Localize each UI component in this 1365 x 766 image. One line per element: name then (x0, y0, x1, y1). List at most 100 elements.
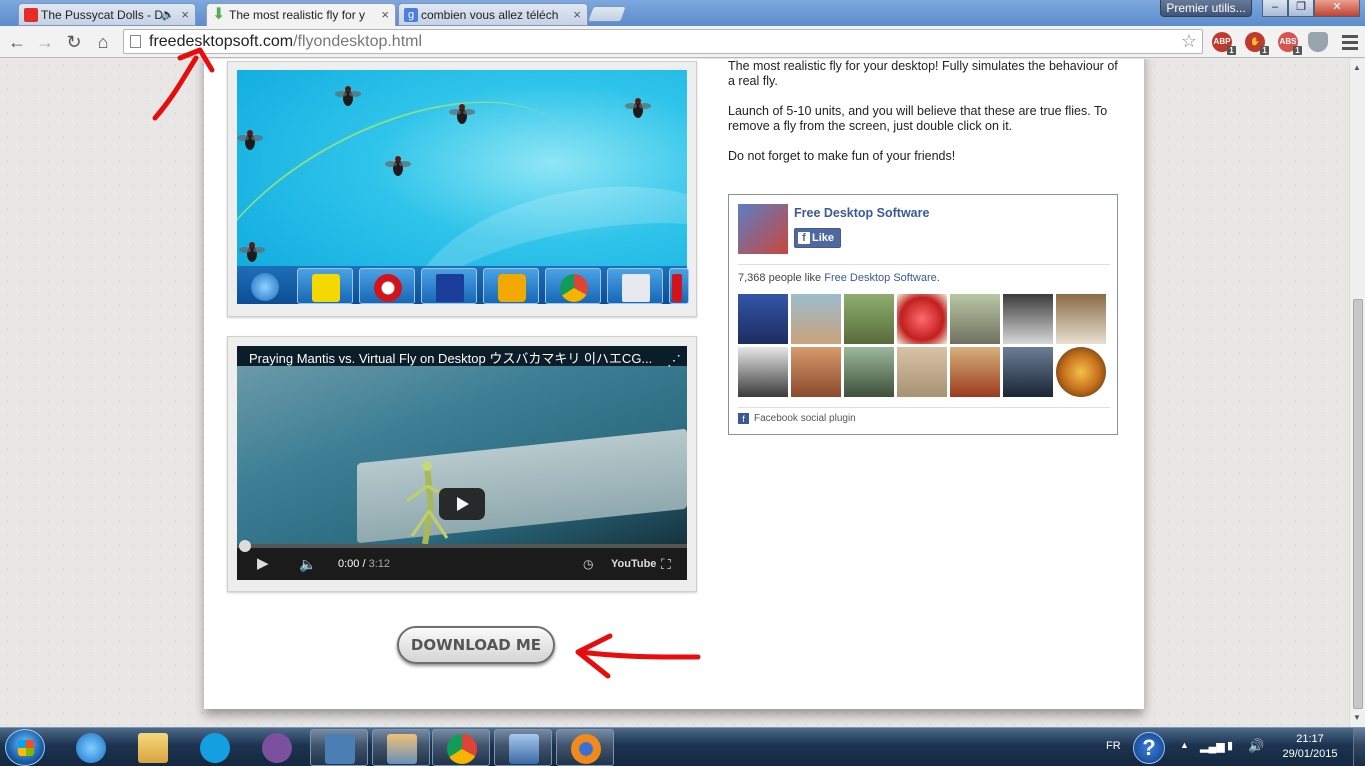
tab-title: combien vous allez téléch (421, 8, 559, 22)
adblock-icon[interactable]: ✋ 1 (1245, 32, 1269, 55)
signal-icon[interactable]: ▂▄▆ (1200, 740, 1225, 753)
youtube-logo[interactable]: YouTube (611, 556, 656, 572)
facebook-f-icon: f (798, 232, 810, 244)
shield-icon[interactable] (1308, 32, 1328, 52)
scrubber-knob[interactable] (239, 540, 251, 552)
tab-title: The Pussycat Dolls - Do (41, 8, 170, 22)
facebook-like-button[interactable]: f Like (794, 228, 841, 248)
play-small-icon[interactable]: ▶ (257, 556, 269, 572)
watch-later-icon[interactable]: ◷ (583, 556, 593, 572)
fan-avatar[interactable] (738, 294, 788, 344)
google-icon: g (404, 8, 418, 22)
scrollbar-thumb[interactable] (1353, 299, 1363, 709)
start-button[interactable] (5, 729, 45, 766)
volume-icon[interactable]: 🔈 (299, 556, 316, 572)
start-orb-icon (237, 268, 293, 304)
download-me-button[interactable]: DOWNLOAD ME (397, 626, 555, 664)
hp-app-icon[interactable] (310, 729, 368, 766)
url-text[interactable]: freedesktopsoft.com/flyondesktop.html (149, 32, 422, 52)
video-title[interactable]: Praying Mantis vs. Virtual Fly on Deskto… (249, 350, 659, 368)
fan-avatar[interactable] (1056, 294, 1106, 344)
fan-avatar[interactable] (950, 294, 1000, 344)
close-tab-icon[interactable]: × (573, 4, 581, 25)
url-host: freedesktopsoft.com (149, 33, 294, 50)
fly-icon (335, 86, 361, 106)
adblock-plus-icon[interactable]: ABP 1 (1212, 32, 1236, 55)
fan-avatar[interactable] (950, 347, 1000, 397)
ext-count: 1 (1293, 46, 1302, 55)
ext-count: 1 (1227, 46, 1236, 55)
youtube-player[interactable]: Praying Mantis vs. Virtual Fly on Deskto… (237, 346, 687, 580)
language-indicator[interactable]: FR (1106, 740, 1121, 752)
fan-avatar[interactable] (738, 347, 788, 397)
page-avatar[interactable] (738, 204, 788, 254)
menu-icon[interactable] (1340, 32, 1360, 52)
home-icon[interactable]: ⌂ (91, 30, 115, 54)
profile-button[interactable]: Premier utilis... (1160, 0, 1252, 17)
youtube-icon (24, 8, 38, 22)
progress-bar[interactable] (237, 540, 687, 552)
scroll-down-icon[interactable]: ▼ (1353, 713, 1361, 722)
scroll-up-icon[interactable]: ▲ (1353, 63, 1361, 72)
fan-avatar[interactable] (791, 347, 841, 397)
fan-avatar[interactable] (791, 294, 841, 344)
fan-avatar[interactable] (844, 294, 894, 344)
page-link[interactable]: Free Desktop Software (824, 272, 937, 284)
facebook-page-name[interactable]: Free Desktop Software (794, 206, 929, 220)
tab-google-search[interactable]: g combien vous allez téléch × (398, 3, 588, 26)
tab-fly-desktop[interactable]: ⬇ The most realistic fly for y × (206, 3, 396, 26)
address-bar[interactable]: freedesktopsoft.com/flyondesktop.html ☆ (123, 29, 1203, 54)
page-icon (130, 35, 141, 48)
skype-icon[interactable] (186, 729, 244, 766)
fan-avatar[interactable] (897, 294, 947, 344)
speaker-tray-icon[interactable]: 🔊 (1248, 738, 1264, 754)
desktop-app-icon[interactable] (372, 729, 430, 766)
bookmark-star-icon[interactable]: ☆ (1181, 31, 1197, 52)
fan-avatar[interactable] (1056, 347, 1106, 397)
duration: 3:12 (368, 558, 391, 570)
description-paragraph: Launch of 5-10 units, and you will belie… (728, 104, 1108, 133)
reload-icon[interactable]: ↻ (62, 30, 86, 54)
help-icon[interactable]: ? (1133, 732, 1165, 764)
clock-time: 21:17 (1296, 733, 1324, 745)
file-explorer-icon[interactable] (124, 729, 182, 766)
divider (738, 407, 1110, 408)
back-icon[interactable]: ← (5, 30, 29, 54)
close-tab-icon[interactable]: × (381, 4, 389, 26)
fullscreen-icon[interactable]: ⛶ (661, 556, 671, 572)
firefox-icon[interactable] (556, 729, 614, 766)
batman-icon (297, 268, 353, 304)
partial-icon (669, 268, 689, 304)
abs-extension-icon[interactable]: ABS 1 (1278, 32, 1302, 55)
tab-pussycat-dolls[interactable]: The Pussycat Dolls - Do 🔈 × (18, 3, 196, 26)
remote-desktop-icon[interactable] (494, 729, 552, 766)
fan-avatar[interactable] (1003, 294, 1053, 344)
ext-label: ABS (1279, 37, 1297, 46)
close-tab-icon[interactable]: × (181, 4, 189, 25)
maximize-button[interactable]: ❐ (1288, 0, 1314, 17)
internet-explorer-icon[interactable] (62, 729, 120, 766)
fan-avatar[interactable] (897, 347, 947, 397)
show-desktop-button[interactable] (1353, 728, 1365, 766)
description-paragraph: Do not forget to make fun of your friend… (728, 149, 956, 163)
ext-label: ABP (1213, 37, 1231, 46)
fan-avatar[interactable] (1003, 347, 1053, 397)
vertical-scrollbar[interactable]: ▲ ▼ (1349, 59, 1365, 727)
forward-icon[interactable]: → (33, 30, 57, 54)
new-tab-button[interactable] (587, 6, 627, 22)
show-hidden-icons[interactable]: ▲ (1180, 740, 1189, 750)
browser-toolbar: ← → ↻ ⌂ freedesktopsoft.com/flyondesktop… (0, 26, 1365, 58)
clock-date: 29/01/2015 (1282, 748, 1338, 760)
product-description: The most realistic fly for your desktop!… (728, 59, 1128, 179)
fan-avatar[interactable] (844, 347, 894, 397)
download-arrow-icon: ⬇ (212, 6, 226, 23)
chrome-taskbar-icon[interactable] (432, 729, 490, 766)
share-icon[interactable]: ⋰ (667, 352, 681, 369)
minimize-button[interactable]: – (1262, 0, 1288, 17)
battery-icon[interactable]: ▮ (1227, 739, 1233, 752)
close-window-button[interactable]: ✕ (1314, 0, 1360, 17)
viber-icon[interactable] (248, 729, 306, 766)
facebook-plugin-footer[interactable]: f Facebook social plugin (738, 413, 856, 424)
system-clock[interactable]: 21:17 29/01/2015 (1275, 732, 1345, 762)
play-button[interactable] (439, 488, 485, 520)
